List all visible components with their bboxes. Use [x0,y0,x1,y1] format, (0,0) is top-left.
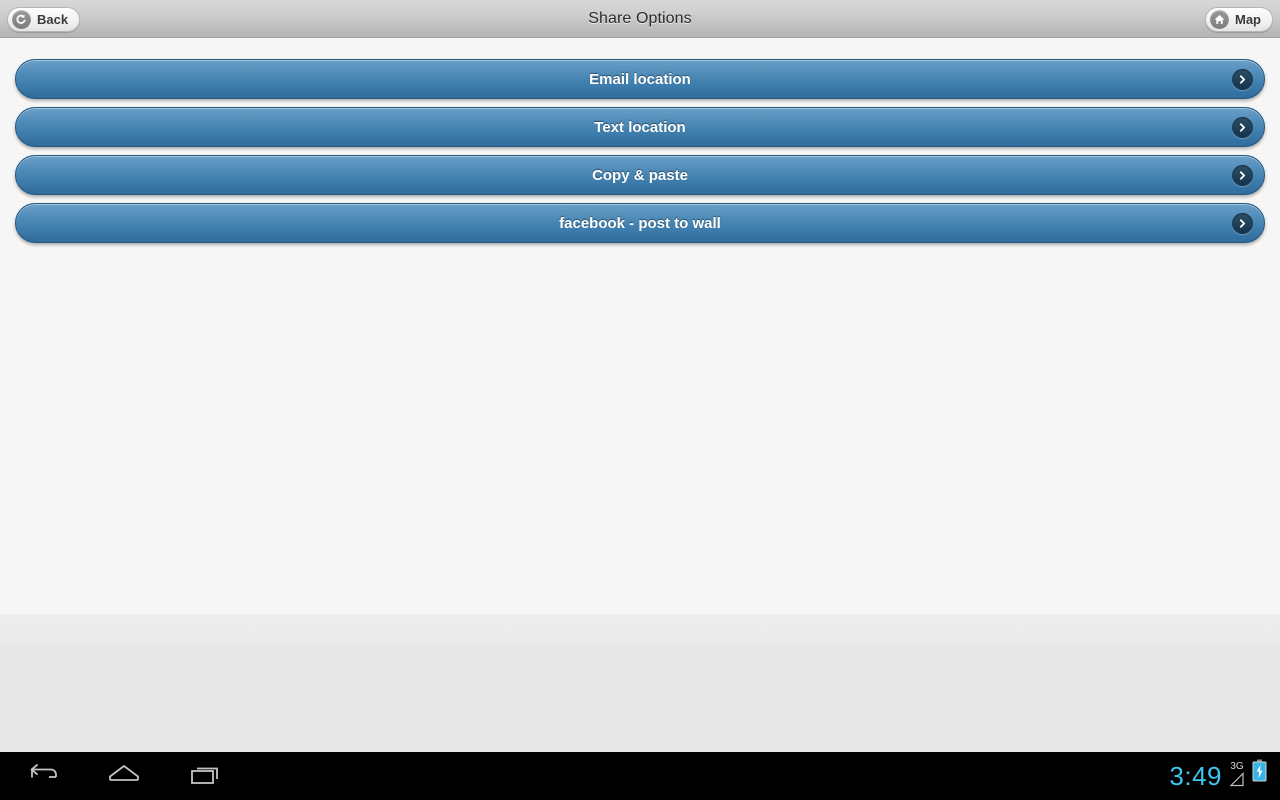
system-home-button[interactable] [104,759,144,793]
system-back-button[interactable] [22,759,62,793]
battery-charging-icon [1252,759,1267,789]
share-options-list: Email location Text location Copy & past… [0,38,1280,243]
back-icon [26,763,58,790]
system-recents-button[interactable] [186,759,226,793]
network-type-label: 3G [1230,761,1244,772]
recents-icon [190,763,222,790]
share-option-label: Text location [594,118,686,136]
chevron-right-icon [1232,213,1253,234]
home-icon [1210,10,1229,29]
share-option-email-location[interactable]: Email location [15,59,1265,99]
filler-band-lower [0,645,1280,752]
share-option-copy-paste[interactable]: Copy & paste [15,155,1265,195]
back-arrow-icon [12,10,31,29]
system-navigation-bar: 3:49 3G [0,752,1280,800]
share-option-label: Email location [589,70,691,88]
back-button-label: Back [37,12,69,27]
share-option-facebook-post-to-wall[interactable]: facebook - post to wall [15,203,1265,243]
map-button[interactable]: Map [1205,7,1273,32]
title-bar: Back Share Options Map [0,0,1280,38]
chevron-right-icon [1232,165,1253,186]
map-button-label: Map [1235,12,1261,27]
app-root: Back Share Options Map Email location Te… [0,0,1280,800]
signal-triangle-icon: 3G [1229,762,1245,789]
content-area: Email location Text location Copy & past… [0,38,1280,614]
filler-band-upper [0,614,1280,645]
chevron-right-icon [1232,117,1253,138]
share-option-text-location[interactable]: Text location [15,107,1265,147]
system-status-area: 3:49 3G [1169,759,1280,793]
system-nav-buttons [0,759,226,793]
back-button[interactable]: Back [7,7,81,32]
page-title: Share Options [588,9,692,27]
chevron-right-icon [1232,69,1253,90]
share-option-label: facebook - post to wall [559,214,721,232]
home-icon [107,763,141,790]
status-clock: 3:49 [1169,761,1222,791]
share-option-label: Copy & paste [592,166,688,184]
